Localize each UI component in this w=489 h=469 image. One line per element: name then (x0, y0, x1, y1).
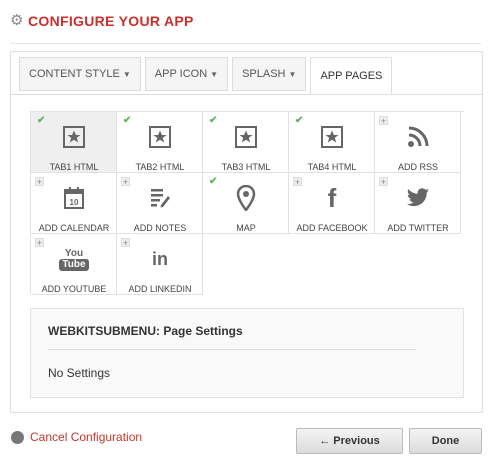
facebook-icon: f (316, 182, 348, 213)
plus-icon: + (379, 116, 388, 126)
settings-divider (48, 349, 416, 350)
page-tile-add-youtube[interactable]: + You Tube ADD YOUTUBE (31, 234, 117, 295)
chevron-down-icon: ▼ (288, 69, 297, 79)
facebook-glyph: f (327, 182, 337, 213)
pages-grid: ✔ TAB1 HTML ✔ TAB2 HTML ✔ TAB3 HTML ✔ TA… (30, 111, 464, 295)
settings-title: WEBKITSUBMENU: Page Settings (48, 324, 243, 338)
check-icon: ✔ (209, 176, 218, 187)
page-tile-label: TAB3 HTML (221, 162, 271, 172)
page-tile-add-linkedin[interactable]: + in ADD LINKEDIN (117, 234, 203, 295)
linkedin-glyph: in (152, 248, 168, 269)
map-pin-icon (230, 184, 262, 212)
star-box-icon (144, 123, 176, 151)
tab-splash[interactable]: SPLASH ▼ (232, 57, 307, 91)
page-tile-add-facebook[interactable]: + f ADD FACEBOOK (289, 173, 375, 234)
check-icon: ✔ (209, 115, 218, 126)
page-tile-label: TAB4 HTML (307, 162, 357, 172)
tab-label: APP PAGES (320, 70, 383, 82)
page-tile-label: TAB1 HTML (49, 162, 99, 172)
tab-divider (11, 94, 482, 95)
page-tile-label: ADD TWITTER (387, 223, 449, 233)
star-box-icon (316, 123, 348, 151)
previous-button[interactable]: ← Previous (296, 428, 403, 454)
page-tile-label: ADD YOUTUBE (41, 284, 107, 294)
plus-icon: + (35, 177, 44, 187)
plus-icon: + (293, 177, 302, 187)
globe-icon (11, 430, 24, 444)
plus-icon: + (379, 177, 388, 187)
tab-label: CONTENT STYLE (29, 68, 120, 80)
notes-icon (144, 184, 176, 212)
calendar-day: 10 (70, 198, 79, 207)
page-tile-add-calendar[interactable]: + 10 ADD CALENDAR (31, 173, 117, 234)
linkedin-icon: in (144, 245, 176, 273)
youtube-icon: You Tube (58, 245, 90, 273)
chevron-down-icon: ▼ (122, 69, 131, 79)
tab-bar: CONTENT STYLE ▼ APP ICON ▼ SPLASH ▼ APP … (19, 57, 396, 95)
youtube-bottom-text: Tube (59, 258, 89, 271)
chevron-down-icon: ▼ (210, 69, 219, 79)
header-divider (10, 43, 481, 44)
plus-icon: + (121, 177, 130, 187)
page-tile-label: ADD NOTES (133, 223, 187, 233)
youtube-top-text: You (64, 247, 84, 259)
done-button[interactable]: Done (409, 428, 482, 454)
tab-app-pages[interactable]: APP PAGES (310, 57, 393, 95)
cancel-configuration-label: Cancel Configuration (30, 430, 143, 444)
check-icon: ✔ (295, 115, 304, 126)
page-tile-add-twitter[interactable]: + ADD TWITTER (375, 173, 461, 234)
plus-icon: + (121, 238, 130, 248)
check-icon: ✔ (37, 115, 46, 126)
settings-text: No Settings (48, 366, 111, 380)
page-tile-label: ADD RSS (397, 162, 438, 172)
page-tile-label: ADD LINKEDIN (128, 284, 192, 294)
star-box-icon (58, 123, 90, 151)
page-tile-label: MAP (236, 223, 256, 233)
page-tile-label: ADD CALENDAR (38, 223, 110, 233)
star-box-icon (230, 123, 262, 151)
page-tile-tab3-html[interactable]: ✔ TAB3 HTML (203, 112, 289, 173)
page-tile-add-notes[interactable]: + ADD NOTES (117, 173, 203, 234)
page-tile-label: ADD FACEBOOK (296, 223, 368, 233)
plus-icon: + (35, 238, 44, 248)
tab-label: SPLASH (242, 68, 286, 80)
check-icon: ✔ (123, 115, 132, 126)
rss-icon (402, 123, 434, 151)
page-tile-tab1-html[interactable]: ✔ TAB1 HTML (31, 112, 117, 173)
tab-app-icon[interactable]: APP ICON ▼ (144, 57, 229, 91)
gear-icon: ⚙ (10, 12, 24, 29)
config-panel: CONTENT STYLE ▼ APP ICON ▼ SPLASH ▼ APP … (10, 51, 483, 413)
cancel-configuration-link[interactable]: Cancel Configuration (11, 430, 142, 444)
calendar-icon: 10 (58, 184, 90, 212)
page-title: CONFIGURE YOUR APP (28, 13, 194, 29)
tab-label: APP ICON (154, 68, 208, 80)
page-tile-map[interactable]: ✔ MAP (203, 173, 289, 234)
tab-content-style[interactable]: CONTENT STYLE ▼ (19, 57, 141, 91)
page-tile-label: TAB2 HTML (135, 162, 185, 172)
page-tile-add-rss[interactable]: + ADD RSS (375, 112, 461, 173)
page-tile-tab2-html[interactable]: ✔ TAB2 HTML (117, 112, 203, 173)
page-tile-tab4-html[interactable]: ✔ TAB4 HTML (289, 112, 375, 173)
twitter-icon (402, 184, 434, 212)
page-header: ⚙ CONFIGURE YOUR APP (10, 8, 194, 34)
page-settings-panel: WEBKITSUBMENU: Page Settings No Settings (30, 308, 464, 398)
